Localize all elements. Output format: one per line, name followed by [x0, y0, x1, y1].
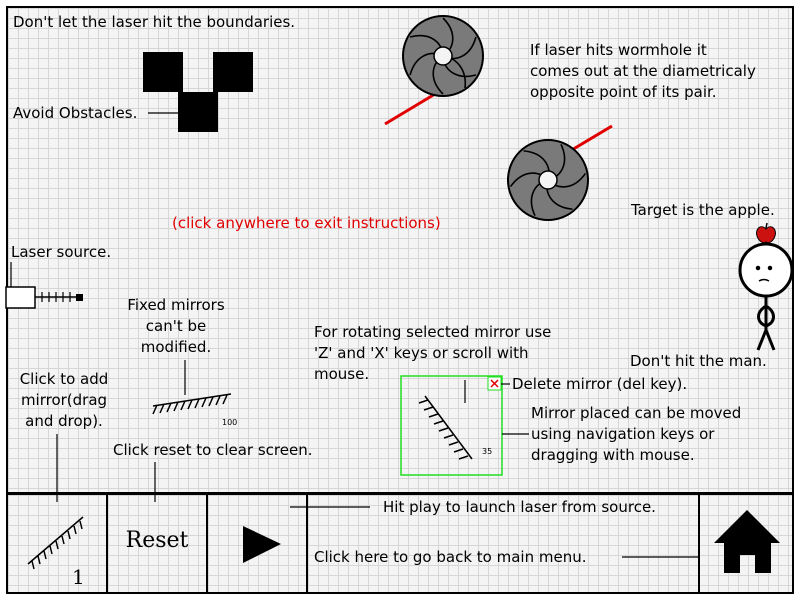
instruction-home: Click here to go back to main menu. — [314, 548, 587, 566]
game-stage: Don't let the laser hit the boundaries. … — [0, 0, 800, 600]
instruction-play: Hit play to launch laser from source. — [383, 498, 656, 516]
